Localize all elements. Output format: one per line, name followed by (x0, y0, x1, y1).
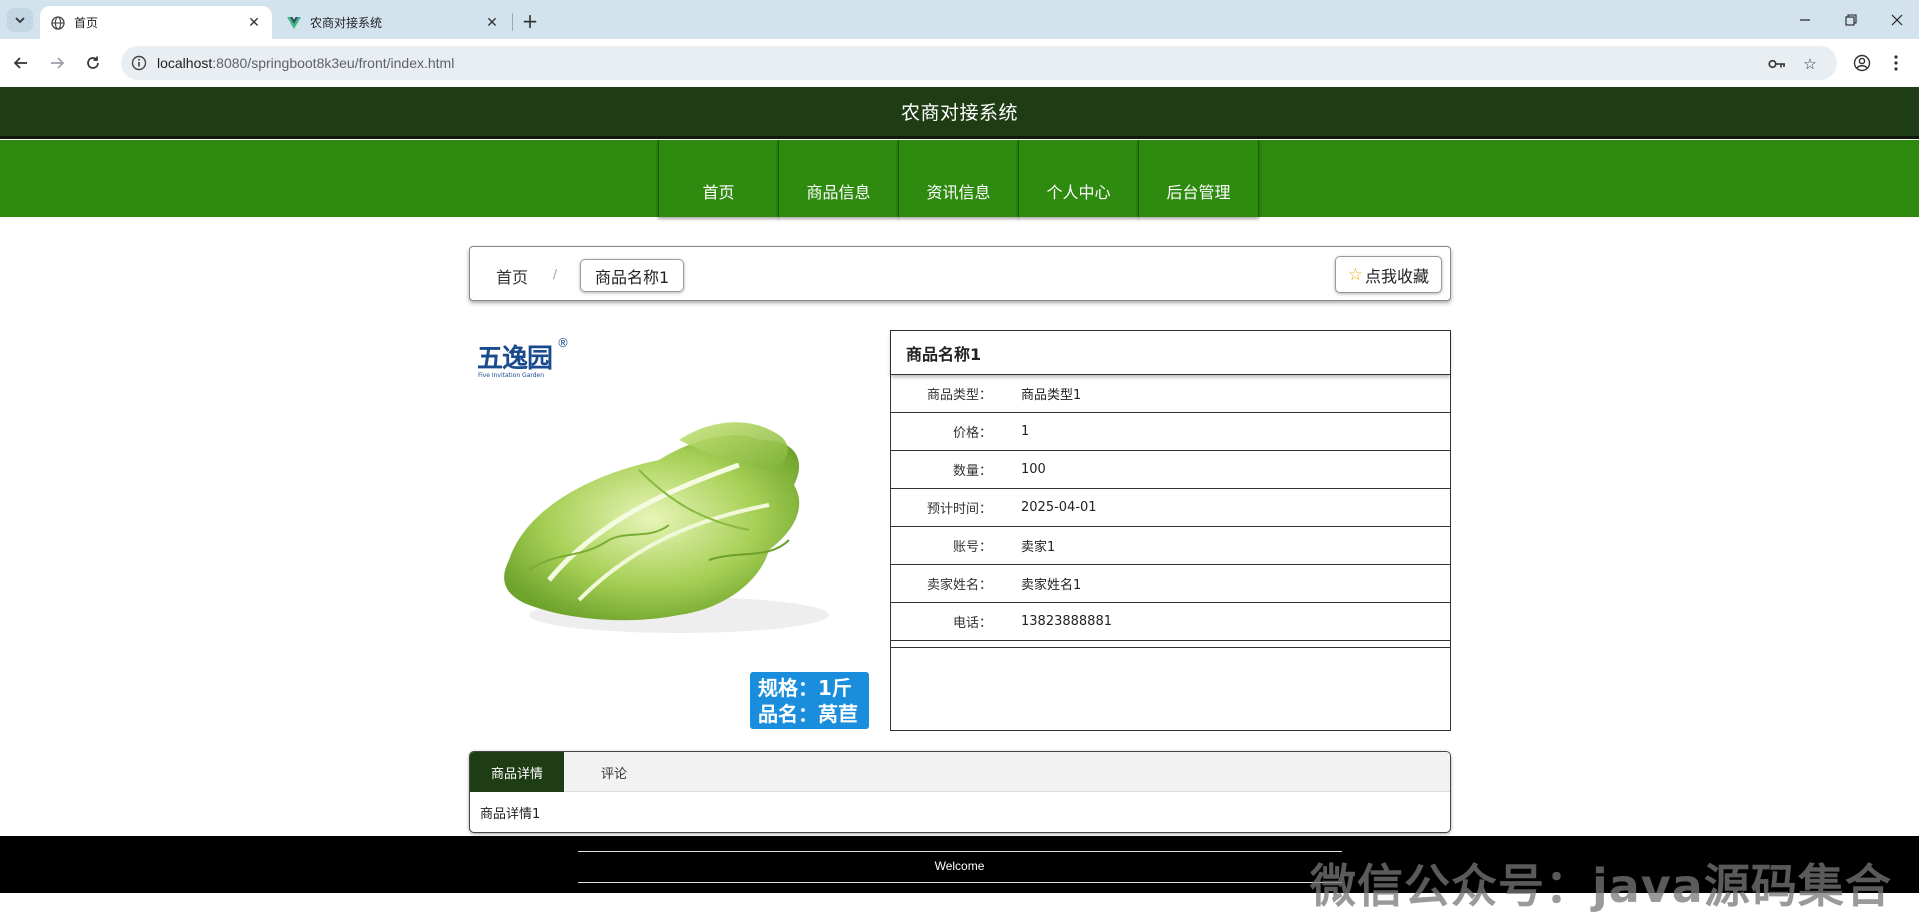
info-divider (891, 641, 1450, 648)
key-icon[interactable] (1768, 55, 1786, 73)
info-row-type: 商品类型： 商品类型1 (891, 375, 1450, 413)
spec-badge-line2: 品名：莴苣 (758, 702, 858, 726)
nav-item-admin[interactable]: 后台管理 (1138, 140, 1259, 217)
more-menu-icon[interactable] (1884, 51, 1908, 75)
info-value: 1 (1021, 424, 1030, 439)
spec-badge: 规格：1斤 品名：莴苣 (750, 672, 869, 729)
nav-item-personal-center[interactable]: 个人中心 (1018, 140, 1139, 217)
url-host: localhost (157, 55, 213, 71)
tab-title: 首页 (74, 16, 99, 30)
tab-comments[interactable]: 评论 (564, 752, 664, 792)
info-row-seller-name: 卖家姓名： 卖家姓名1 (891, 565, 1450, 603)
footer-divider (578, 851, 1342, 852)
info-row-expected-time: 预计时间： 2025-04-01 (891, 489, 1450, 527)
breadcrumb-current: 商品名称1 (580, 259, 685, 292)
breadcrumb-separator: / (553, 267, 558, 281)
nav-item-home[interactable]: 首页 (658, 140, 779, 217)
detail-content: 商品详情1 (480, 807, 541, 822)
info-value: 商品类型1 (1021, 388, 1082, 403)
nav-item-products[interactable]: 商品信息 (778, 140, 899, 217)
info-value: 2025-04-01 (1021, 500, 1097, 515)
info-label: 预计时间： (926, 502, 992, 517)
vue-logo-icon (286, 15, 302, 31)
restore-icon[interactable] (1839, 8, 1863, 32)
registered-mark: ® (557, 336, 569, 350)
address-bar[interactable]: localhost:8080/springboot8k3eu/front/ind… (121, 46, 1837, 80)
forward-arrow-icon[interactable] (45, 51, 69, 75)
tab-product-detail[interactable]: 商品详情 (470, 752, 564, 792)
info-value: 卖家1 (1021, 540, 1056, 555)
url-text: localhost:8080/springboot8k3eu/front/ind… (157, 55, 454, 71)
breadcrumb: 首页 / 商品名称1 ☆ 点我收藏 (469, 246, 1451, 301)
info-label: 账号： (952, 540, 992, 555)
product-name-title: 商品名称1 (891, 331, 1450, 375)
brand-logo: 五逸园 ® Five Invitation Garden (477, 336, 569, 384)
detail-panel: 商品详情 评论 商品详情1 (469, 751, 1451, 833)
star-icon: ☆ (1347, 264, 1363, 285)
brand-logo-text: 五逸园 (477, 344, 553, 374)
tab-separator (512, 13, 513, 31)
footer-divider (578, 882, 1342, 883)
profile-icon[interactable] (1850, 51, 1874, 75)
main-navbar: 首页 商品信息 资讯信息 个人中心 后台管理 (0, 140, 1919, 217)
info-label: 商品类型： (926, 388, 992, 403)
browser-toolbar: localhost:8080/springboot8k3eu/front/ind… (0, 39, 1919, 87)
url-path: :8080/springboot8k3eu/front/index.html (212, 55, 455, 71)
product-image: 五逸园 ® Five Invitation Garden 规格：1斤 品名：莴苣 (469, 330, 870, 730)
info-label: 卖家姓名： (926, 578, 992, 593)
info-label: 数量： (952, 464, 992, 479)
info-row-quantity: 数量： 100 (891, 451, 1450, 489)
close-icon[interactable]: ✕ (244, 13, 264, 33)
spec-badge-line1: 规格：1斤 (758, 676, 852, 700)
info-row-account: 账号： 卖家1 (891, 527, 1450, 565)
info-row-price: 价格： 1 (891, 413, 1450, 451)
window-close-icon[interactable] (1885, 8, 1909, 32)
breadcrumb-home-link[interactable]: 首页 (496, 264, 528, 288)
minimize-icon[interactable] (1793, 8, 1817, 32)
watermark: 微信公众号：java源码集合 (1310, 859, 1892, 912)
nav-item-news[interactable]: 资讯信息 (898, 140, 1019, 217)
brand-logo-subtitle: Five Invitation Garden (478, 372, 545, 379)
info-value: 卖家姓名1 (1021, 578, 1082, 593)
site-title: 农商对接系统 (900, 102, 1018, 124)
site-info-icon[interactable] (131, 55, 147, 71)
info-value: 100 (1021, 462, 1046, 477)
chevron-down-icon (15, 17, 25, 24)
product-info-panel: 商品名称1 商品类型： 商品类型1 价格： 1 数量： 100 预计时间： 20… (890, 330, 1451, 731)
browser-tab-home[interactable]: 首页 ✕ (40, 6, 272, 39)
info-row-phone: 电话： 13823888881 (891, 603, 1450, 641)
browser-tab-system[interactable]: 农商对接系统 ✕ (276, 6, 510, 39)
globe-icon (50, 15, 66, 31)
bookmark-star-icon[interactable]: ☆ (1801, 55, 1819, 73)
lettuce-image (504, 422, 829, 633)
tab-title: 农商对接系统 (310, 16, 383, 30)
reload-icon[interactable] (81, 51, 105, 75)
new-tab-button[interactable]: + (518, 9, 542, 33)
site-header: 农商对接系统 (0, 87, 1919, 139)
info-value: 13823888881 (1021, 614, 1112, 629)
info-label: 电话： (952, 616, 992, 631)
browser-tab-bar: 首页 ✕ 农商对接系统 ✕ + (0, 0, 1919, 39)
detail-tabs: 商品详情 评论 (470, 752, 1450, 792)
favorite-button-label: 点我收藏 (1364, 266, 1429, 286)
info-label: 价格： (952, 426, 992, 441)
close-icon[interactable]: ✕ (482, 13, 502, 33)
favorite-button[interactable]: ☆ 点我收藏 (1334, 256, 1442, 293)
tab-search-button[interactable] (7, 8, 33, 32)
back-arrow-icon[interactable] (9, 51, 33, 75)
